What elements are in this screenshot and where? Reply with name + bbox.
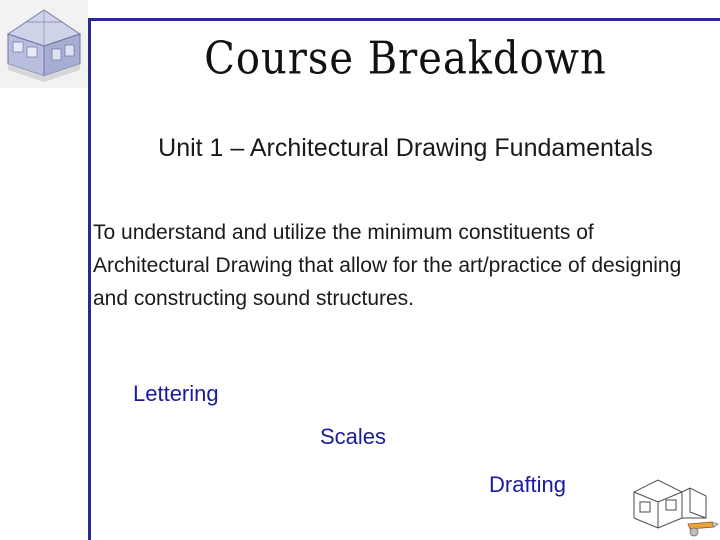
top-accent-rule [88, 18, 720, 21]
drafting-sketch-clipart [628, 472, 720, 540]
objective-paragraph: To understand and utilize the minimum co… [93, 221, 682, 310]
keyword-lettering: Lettering [133, 381, 219, 406]
keyword-drafting: Drafting [489, 472, 567, 497]
course-title: Course Breakdown [91, 33, 720, 85]
course-title-text: Course Breakdown [204, 33, 607, 85]
house-model-thumbnail [0, 0, 88, 88]
slide: Course Breakdown Unit 1 – Architectural … [0, 0, 720, 540]
unit-subtitle: Unit 1 – Architectural Drawing Fundament… [158, 134, 653, 162]
keyword-scales: Scales [320, 424, 387, 449]
left-accent-rule [88, 18, 91, 540]
